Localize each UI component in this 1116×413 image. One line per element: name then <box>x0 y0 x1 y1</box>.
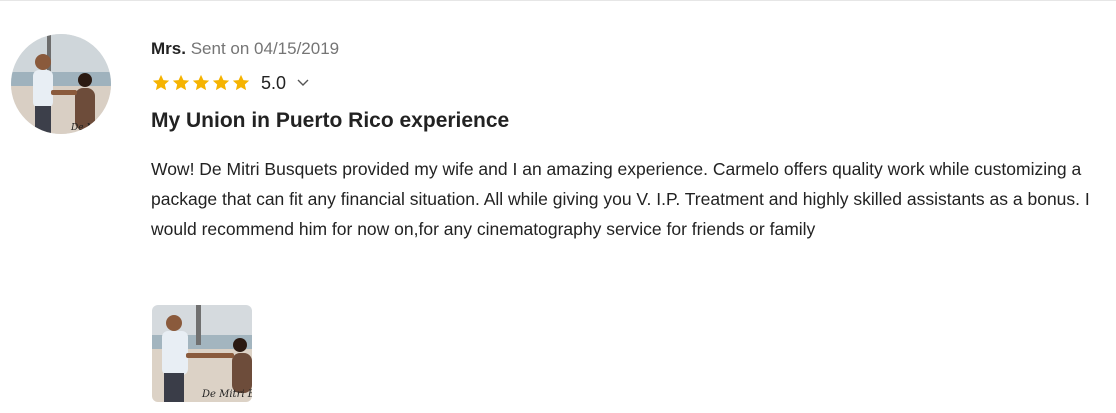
photo-logo: De Mitri Bu <box>201 389 252 400</box>
rating-row: 5.0 <box>151 71 1101 95</box>
reviewer-name: Mrs. <box>151 39 186 58</box>
star-icon <box>191 73 211 93</box>
avatar: De M <box>11 34 111 134</box>
review-body: Wow! De Mitri Busquets provided my wife … <box>151 159 1090 239</box>
top-divider <box>0 0 1116 1</box>
avatar-photo: De M <box>11 34 111 134</box>
review-photo: De Mitri Bu <box>152 305 252 402</box>
review-photo-thumbnail[interactable]: De Mitri Bu <box>152 305 252 402</box>
svg-text:De M: De M <box>70 123 96 133</box>
star-icon <box>211 73 231 93</box>
review-meta: Mrs. Sent on 04/15/2019 <box>151 38 1101 60</box>
star-icon <box>231 73 251 93</box>
sent-date: Sent on 04/15/2019 <box>190 39 340 58</box>
star-icon <box>151 73 171 93</box>
star-rating <box>151 73 251 93</box>
star-icon <box>171 73 191 93</box>
rating-value: 5.0 <box>261 72 287 93</box>
review: Mrs. Sent on 04/15/2019 5.0 My Union in … <box>151 38 1101 244</box>
review-title: My Union in Puerto Rico experience <box>151 109 510 132</box>
chevron-down-icon[interactable] <box>296 76 310 90</box>
